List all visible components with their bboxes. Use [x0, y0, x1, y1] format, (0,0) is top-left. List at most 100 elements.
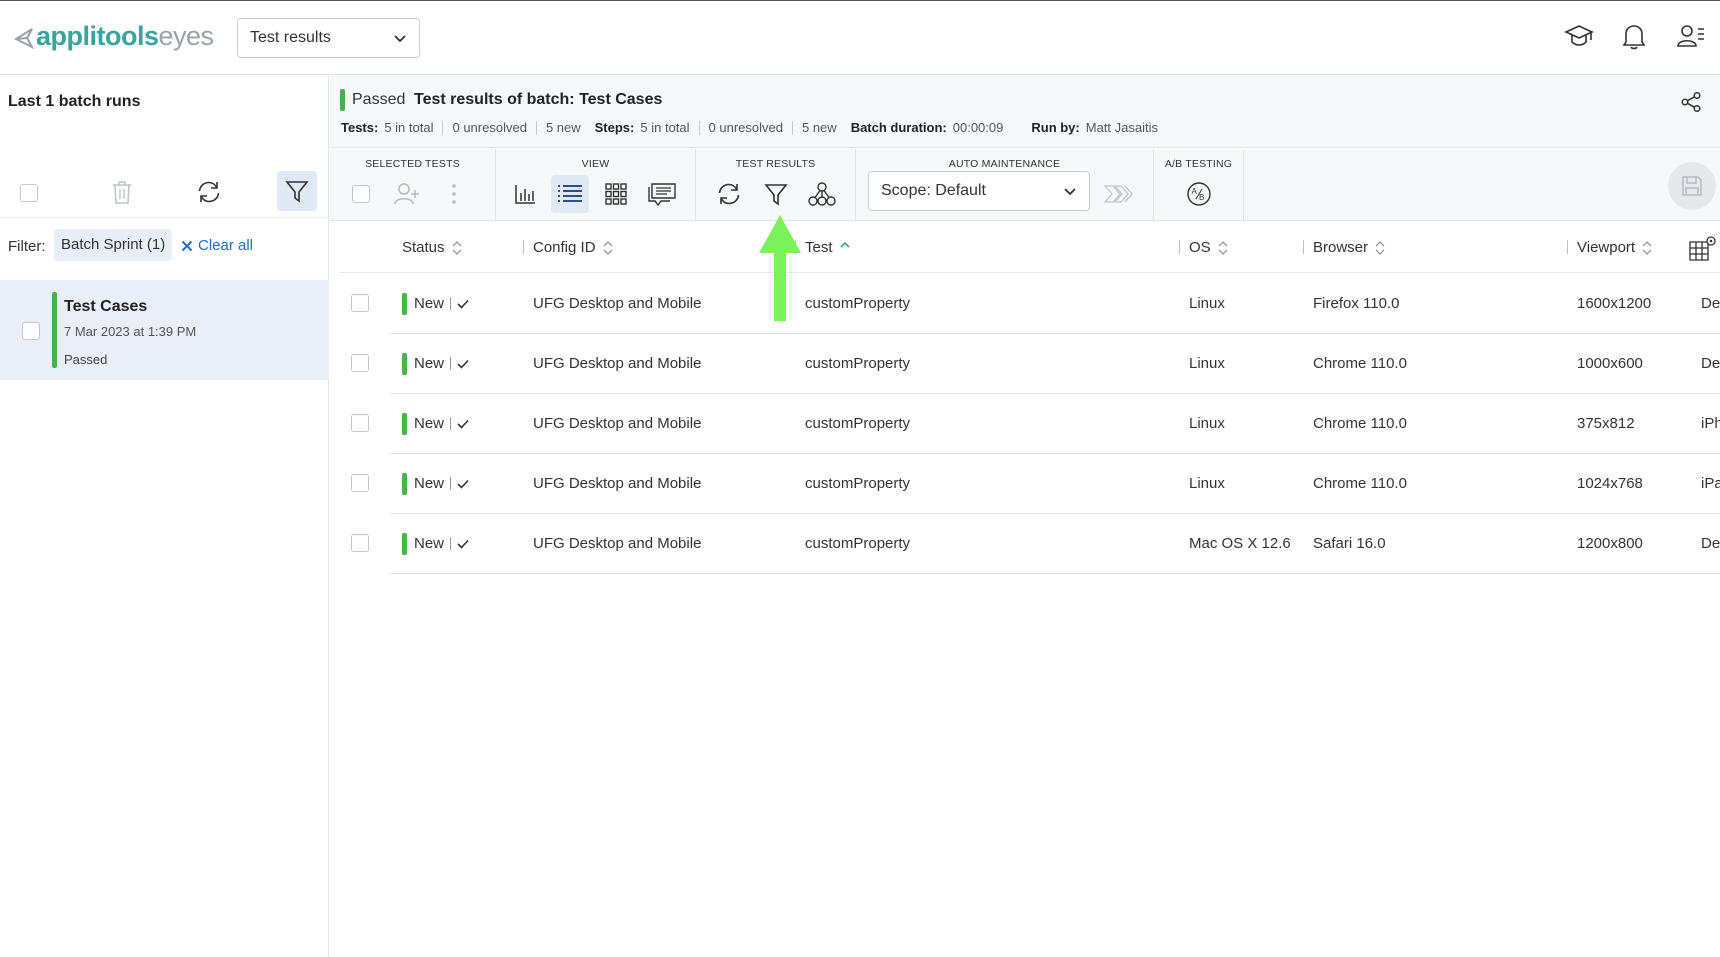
- notifications-button[interactable]: [1620, 21, 1648, 51]
- batch-duration: 00:00:09: [952, 120, 1004, 135]
- column-test[interactable]: Test: [795, 222, 850, 273]
- row-status: New: [402, 394, 469, 453]
- clear-all-filters-button[interactable]: Clear all: [181, 237, 253, 254]
- sort-ascending-icon: [839, 241, 850, 248]
- filter-chip[interactable]: Batch Sprint (1): [54, 229, 173, 261]
- logo-mark-icon: [14, 27, 35, 49]
- row-test-name[interactable]: customProperty: [805, 394, 910, 453]
- more-actions-button[interactable]: [444, 175, 464, 213]
- chart-view-button[interactable]: [506, 175, 544, 213]
- select-all-batches-checkbox[interactable]: [20, 184, 38, 202]
- status-indicator: [402, 352, 407, 375]
- table-row[interactable]: New UFG Desktop and Mobile customProperty L…: [351, 274, 1720, 334]
- table-row[interactable]: New UFG Desktop and Mobile customProperty M…: [351, 514, 1720, 574]
- select-all-tests-checkbox[interactable]: [342, 175, 380, 213]
- column-browser[interactable]: Browser: [1303, 222, 1385, 273]
- row-status-text: New: [414, 355, 445, 372]
- column-viewport[interactable]: Viewport: [1567, 222, 1652, 273]
- user-menu-button[interactable]: [1676, 21, 1706, 51]
- batch-stats: Tests: 5 in total 0 unresolved 5 new Ste…: [341, 120, 1158, 135]
- row-checkbox[interactable]: [351, 534, 369, 552]
- apply-maintenance-button[interactable]: [1101, 175, 1139, 213]
- status-indicator: [402, 412, 407, 435]
- group-by-button[interactable]: [803, 175, 841, 213]
- batch-status: Passed: [64, 352, 108, 367]
- sort-icon: [452, 240, 461, 255]
- batch-name: Test Cases: [64, 298, 148, 315]
- column-status[interactable]: Status: [402, 222, 462, 273]
- column-status-label: Status: [402, 239, 445, 256]
- sort-icon: [1218, 240, 1228, 255]
- row-status-text: New: [414, 535, 445, 552]
- comments-view-button[interactable]: [643, 175, 681, 213]
- list-view-button[interactable]: [551, 175, 589, 213]
- row-browser: Firefox 110.0: [1313, 295, 1400, 312]
- row-checkbox[interactable]: [351, 294, 369, 312]
- row-os: Linux: [1189, 295, 1225, 312]
- filter-batches-button[interactable]: [277, 171, 317, 211]
- table-row[interactable]: New UFG Desktop and Mobile customProperty L…: [351, 454, 1720, 514]
- row-checkbox[interactable]: [351, 354, 369, 372]
- table-row[interactable]: New UFG Desktop and Mobile customProperty L…: [351, 334, 1720, 394]
- test-results-group: TEST RESULTS: [696, 149, 856, 221]
- row-device: iPh: [1701, 415, 1720, 432]
- steps-unresolved: 0 unresolved: [708, 120, 783, 135]
- hierarchy-icon: [808, 182, 836, 206]
- delete-batch-button[interactable]: [110, 179, 134, 205]
- check-icon: [457, 479, 469, 489]
- row-test-name[interactable]: customProperty: [805, 514, 910, 573]
- learning-center-button[interactable]: [1564, 21, 1594, 51]
- refresh-batches-button[interactable]: [196, 179, 222, 205]
- save-button[interactable]: [1668, 162, 1716, 210]
- row-browser: Safari 16.0: [1313, 535, 1386, 552]
- batch-checkbox[interactable]: [22, 322, 40, 340]
- batch-header: Passed Test results of batch: Test Cases…: [330, 76, 1720, 148]
- row-os: Linux: [1189, 355, 1225, 372]
- row-status-text: New: [414, 415, 445, 432]
- view-select[interactable]: Test results: [237, 18, 420, 58]
- chevron-down-icon: [1064, 188, 1076, 196]
- row-test-name[interactable]: customProperty: [805, 334, 910, 393]
- comments-icon: [648, 183, 676, 206]
- share-icon: [1681, 91, 1701, 113]
- logo-secondary-text: eyes: [158, 21, 215, 51]
- annotation-arrow-up-icon: [759, 215, 801, 321]
- bell-icon: [1622, 25, 1646, 50]
- row-test-name[interactable]: customProperty: [805, 454, 910, 513]
- row-os: Linux: [1189, 415, 1225, 432]
- check-icon: [457, 299, 469, 309]
- more-vertical-icon: [452, 184, 456, 204]
- row-test-name[interactable]: customProperty: [805, 274, 910, 333]
- filter-results-button[interactable]: [757, 175, 795, 213]
- run-by-label: Run by:: [1031, 120, 1080, 135]
- column-os[interactable]: OS: [1179, 222, 1228, 273]
- clear-all-label: Clear all: [198, 237, 254, 254]
- ab-testing-button[interactable]: A B: [1180, 175, 1218, 213]
- row-checkbox[interactable]: [351, 414, 369, 432]
- row-browser: Chrome 110.0: [1313, 475, 1407, 492]
- batch-title: Test results of batch: Test Cases: [414, 91, 663, 108]
- share-button[interactable]: [1680, 91, 1702, 113]
- row-checkbox[interactable]: [351, 474, 369, 492]
- applitools-logo[interactable]: applitoolseyes: [14, 21, 214, 52]
- results-toolbar: SELECTED TESTS VIEW TEST RESULTS AUTO MA…: [330, 149, 1720, 221]
- row-viewport: 375x812: [1577, 415, 1635, 432]
- row-config-id: UFG Desktop and Mobile: [533, 355, 702, 372]
- refresh-results-button[interactable]: [710, 175, 748, 213]
- bar-chart-icon: [515, 185, 535, 204]
- status-indicator: [402, 532, 407, 555]
- batch-list-item[interactable]: Test Cases 7 Mar 2023 at 1:39 PM Passed: [0, 280, 329, 380]
- view-group: VIEW: [496, 149, 696, 221]
- ab-test-icon: A B: [1187, 182, 1211, 206]
- grid-view-button[interactable]: [597, 175, 635, 213]
- column-settings-button[interactable]: [1688, 222, 1718, 273]
- row-viewport: 1600x1200: [1577, 295, 1652, 312]
- row-device: De: [1701, 535, 1720, 552]
- tests-unresolved: 0 unresolved: [452, 120, 527, 135]
- column-os-label: OS: [1189, 239, 1211, 256]
- column-config-id[interactable]: Config ID: [523, 222, 613, 273]
- scope-select[interactable]: Scope: Default: [868, 171, 1090, 211]
- table-row[interactable]: New UFG Desktop and Mobile customProperty L…: [351, 394, 1720, 454]
- assign-user-button[interactable]: [388, 175, 426, 213]
- tests-new: 5 new: [545, 120, 581, 135]
